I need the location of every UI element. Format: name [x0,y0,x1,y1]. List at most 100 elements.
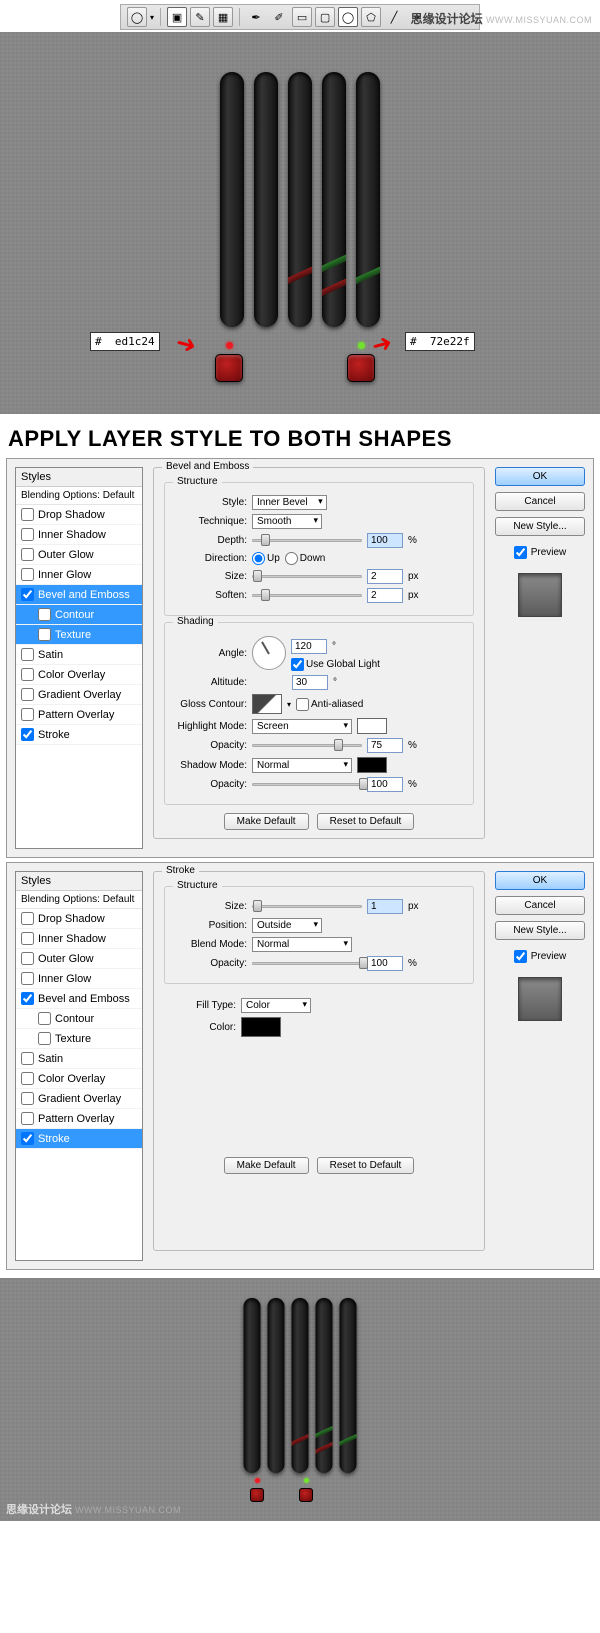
direction-down-radio[interactable]: Down [285,552,326,565]
label: Blend Mode: [175,939,247,950]
make-default-button[interactable]: Make Default [224,813,309,830]
fill-type-dropdown[interactable]: Color [241,998,311,1013]
polygon-icon[interactable]: ⬠ [361,7,381,27]
shadow-mode-dropdown[interactable]: Normal [252,758,352,773]
highlight-opacity-input[interactable] [367,738,403,753]
soften-input[interactable] [367,588,403,603]
soften-slider[interactable] [252,594,362,597]
angle-input[interactable] [291,639,327,654]
ok-button[interactable]: OK [495,467,585,486]
stroke-opacity-input[interactable] [367,956,403,971]
style-item-pattern-overlay[interactable]: Pattern Overlay [16,1109,142,1129]
stroke-size-slider[interactable] [252,905,362,908]
depth-slider[interactable] [252,539,362,542]
cancel-button[interactable]: Cancel [495,896,585,915]
label: Altitude: [175,677,247,688]
style-item-bevel-and-emboss[interactable]: Bevel and Emboss [16,585,142,605]
style-item-texture[interactable]: Texture [16,625,142,645]
style-item-color-overlay[interactable]: Color Overlay [16,665,142,685]
label: Highlight Mode: [175,721,247,732]
paths-icon[interactable]: ✎ [190,7,210,27]
style-item-bevel-and-emboss[interactable]: Bevel and Emboss [16,989,142,1009]
green-dot [358,342,365,349]
new-style-button[interactable]: New Style... [495,921,585,940]
freeform-pen-icon[interactable]: ✐ [269,7,289,27]
shadow-color-swatch[interactable] [357,757,387,773]
style-item-stroke[interactable]: Stroke [16,725,142,745]
highlight-mode-dropdown[interactable]: Screen [252,719,352,734]
preview-checkbox[interactable]: Preview [495,950,585,963]
position-dropdown[interactable]: Outside [252,918,322,933]
blending-options[interactable]: Blending Options: Default [16,487,142,505]
red-button-shape [215,354,243,382]
bar [322,72,346,327]
style-item-contour[interactable]: Contour [16,1009,142,1029]
separator [239,8,240,26]
shadow-opacity-slider[interactable] [252,783,362,786]
blending-options[interactable]: Blending Options: Default [16,891,142,909]
line-icon[interactable]: ╱ [384,7,404,27]
hex-green-label: # 72e22f [405,332,475,351]
fill-pixels-icon[interactable]: ▦ [213,7,233,27]
rectangle-icon[interactable]: ▭ [292,7,312,27]
style-item-texture[interactable]: Texture [16,1029,142,1049]
reset-default-button[interactable]: Reset to Default [317,813,415,830]
style-item-inner-shadow[interactable]: Inner Shadow [16,929,142,949]
styles-header[interactable]: Styles [16,468,142,487]
style-item-gradient-overlay[interactable]: Gradient Overlay [16,685,142,705]
style-item-drop-shadow[interactable]: Drop Shadow [16,505,142,525]
reset-default-button[interactable]: Reset to Default [317,1157,415,1174]
pen-icon[interactable]: ✒ [246,7,266,27]
direction-up-radio[interactable]: Up [252,552,280,565]
size-slider[interactable] [252,575,362,578]
bevel-fieldset: Bevel and Emboss Structure Style:Inner B… [153,467,485,839]
style-item-drop-shadow[interactable]: Drop Shadow [16,909,142,929]
altitude-input[interactable] [292,675,328,690]
layer-style-dialog-bevel: Styles Blending Options: Default Drop Sh… [6,458,594,858]
technique-dropdown[interactable]: Smooth [252,514,322,529]
anti-aliased-checkbox[interactable]: Anti-aliased [296,698,363,711]
preview-swatch [518,573,562,617]
size-input[interactable] [367,569,403,584]
ok-button[interactable]: OK [495,871,585,890]
shadow-opacity-input[interactable] [367,777,403,792]
preview-checkbox[interactable]: Preview [495,546,585,559]
make-default-button[interactable]: Make Default [224,1157,309,1174]
style-item-outer-glow[interactable]: Outer Glow [16,545,142,565]
stroke-size-input[interactable] [367,899,403,914]
bar [340,1298,357,1473]
rounded-rect-icon[interactable]: ▢ [315,7,335,27]
style-item-color-overlay[interactable]: Color Overlay [16,1069,142,1089]
blend-mode-dropdown[interactable]: Normal [252,937,352,952]
cancel-button[interactable]: Cancel [495,492,585,511]
style-item-outer-glow[interactable]: Outer Glow [16,949,142,969]
styles-header[interactable]: Styles [16,872,142,891]
global-light-checkbox[interactable]: Use Global Light [291,658,380,671]
style-item-stroke[interactable]: Stroke [16,1129,142,1149]
ellipse-icon[interactable]: ◯ [338,7,358,27]
new-style-button[interactable]: New Style... [495,517,585,536]
section-title: APPLY LAYER STYLE TO BOTH SHAPES [8,426,592,452]
style-item-gradient-overlay[interactable]: Gradient Overlay [16,1089,142,1109]
sub-legend: Structure [173,476,222,487]
stroke-color-swatch[interactable] [241,1017,281,1037]
depth-input[interactable] [367,533,403,548]
angle-control[interactable] [252,636,286,670]
style-item-inner-glow[interactable]: Inner Glow [16,565,142,585]
highlight-color-swatch[interactable] [357,718,387,734]
chevron-down-icon[interactable]: ▾ [287,700,291,709]
style-item-satin[interactable]: Satin [16,645,142,665]
highlight-opacity-slider[interactable] [252,744,362,747]
ellipse-tool-icon[interactable]: ◯ [127,7,147,27]
style-item-inner-shadow[interactable]: Inner Shadow [16,525,142,545]
style-dropdown[interactable]: Inner Bevel [252,495,327,510]
shape-layers-icon[interactable]: ▣ [167,7,187,27]
label: Opacity: [175,740,247,751]
style-item-contour[interactable]: Contour [16,605,142,625]
style-item-inner-glow[interactable]: Inner Glow [16,969,142,989]
style-item-pattern-overlay[interactable]: Pattern Overlay [16,705,142,725]
gloss-contour-swatch[interactable] [252,694,282,714]
stroke-opacity-slider[interactable] [252,962,362,965]
dropdown-arrow-icon[interactable]: ▾ [150,13,154,22]
style-item-satin[interactable]: Satin [16,1049,142,1069]
